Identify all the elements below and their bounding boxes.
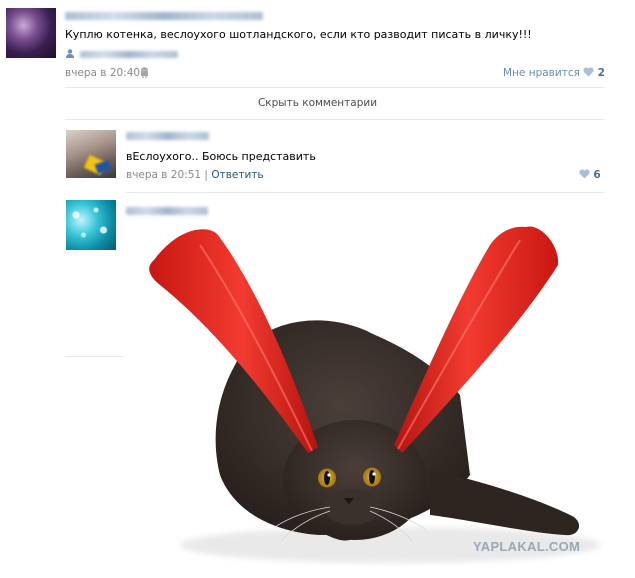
reply-like-button[interactable]: 6 [579, 169, 601, 181]
reply-like-count: 6 [593, 169, 601, 181]
heart-icon [579, 169, 590, 179]
reply2-author-name-blurred[interactable] [126, 207, 208, 215]
post-author-avatar[interactable] [6, 8, 56, 58]
reply-text: вЕслоухого.. Боюсь представить [126, 150, 316, 163]
reply-button[interactable]: Ответить [211, 169, 263, 181]
reply2-author-avatar[interactable] [66, 200, 116, 250]
heart-icon [583, 67, 594, 77]
post-text: Куплю котенка, веслоухого шотландского, … [65, 28, 532, 41]
tagged-user-blurred[interactable] [80, 51, 178, 58]
reply-author-avatar[interactable] [66, 130, 116, 178]
reply-divider [126, 192, 604, 193]
reply2-divider [65, 356, 123, 357]
comments-divider [65, 119, 604, 120]
post-like-button[interactable]: Мне нравится 2 [503, 67, 605, 79]
post-divider [65, 87, 604, 88]
post-author-name-blurred[interactable] [65, 12, 263, 20]
hide-comments-link[interactable]: Скрыть комментарии [0, 97, 635, 109]
like-label: Мне нравится [503, 67, 580, 79]
right-paddle-ear [394, 226, 559, 453]
reply-author-name-blurred[interactable] [126, 132, 209, 140]
watermark: YAPLAKAL.COM [473, 539, 581, 554]
android-icon [141, 67, 148, 78]
user-icon [66, 49, 74, 58]
meta-separator: | [204, 169, 208, 181]
cat-paddle-ears-image [149, 226, 600, 563]
reply-timestamp[interactable]: вчера в 20:51 [126, 169, 201, 181]
reply-meta: вчера в 20:51 | Ответить [126, 169, 264, 181]
post-timestamp[interactable]: вчера в 20:40 [65, 67, 140, 79]
like-count: 2 [597, 67, 605, 79]
